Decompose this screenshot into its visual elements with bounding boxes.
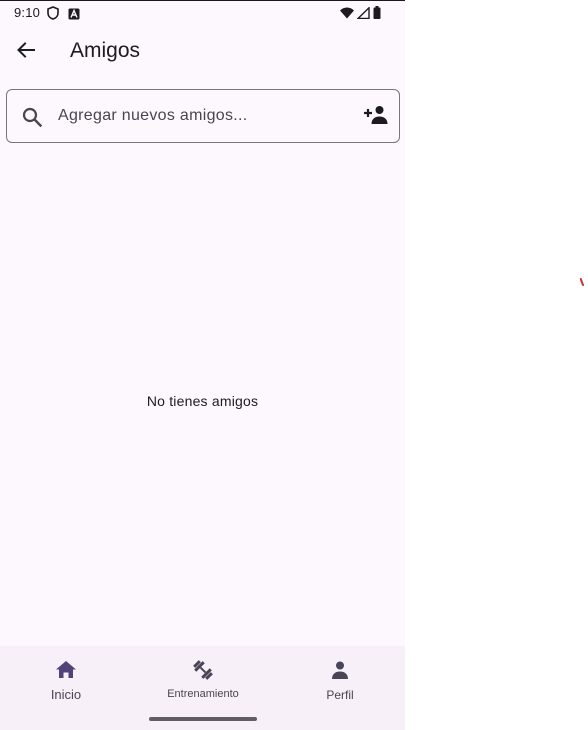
- empty-state-message: No tienes amigos: [146, 393, 259, 409]
- app-bar: Amigos: [0, 26, 405, 82]
- search-icon: [21, 106, 43, 128]
- status-right-icons: [340, 6, 381, 24]
- home-icon: [55, 658, 77, 682]
- person-icon: [330, 658, 350, 682]
- battery-icon: [373, 6, 381, 24]
- app-screen: 9:10 Amigos Agregar nuevos amigos... No …: [0, 0, 405, 730]
- page-title: Amigos: [70, 39, 141, 62]
- nav-item-inicio[interactable]: Inicio: [26, 646, 106, 716]
- status-left-icons: [47, 6, 80, 25]
- red-cursor-mark: [580, 278, 584, 286]
- a-badge-icon: [68, 7, 80, 25]
- person-add-icon: [363, 105, 389, 130]
- nav-label-entrenamiento: Entrenamiento: [167, 688, 239, 700]
- search-field[interactable]: [6, 89, 400, 143]
- add-friend-button[interactable]: [363, 104, 389, 130]
- nav-item-entrenamiento[interactable]: Entrenamiento: [148, 646, 258, 716]
- back-button[interactable]: [12, 38, 40, 66]
- arrow-back-icon: [16, 40, 36, 65]
- shield-icon: [47, 6, 59, 25]
- status-bar: 9:10: [0, 0, 405, 26]
- nav-label-perfil: Perfil: [326, 688, 354, 702]
- wifi-icon: [340, 6, 354, 24]
- dumbbell-icon: [191, 658, 215, 682]
- search-input[interactable]: [58, 104, 348, 128]
- nav-label-inicio: Inicio: [50, 687, 82, 702]
- nav-item-perfil[interactable]: Perfil: [300, 646, 380, 716]
- home-indicator[interactable]: [149, 717, 257, 721]
- signal-icon: [356, 6, 370, 24]
- status-time: 9:10: [14, 5, 41, 20]
